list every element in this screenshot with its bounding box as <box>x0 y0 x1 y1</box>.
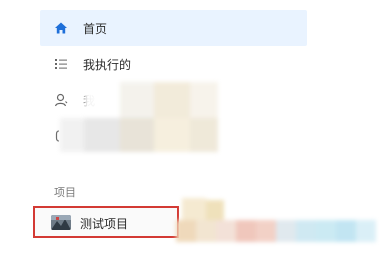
privacy-mosaic <box>0 0 386 254</box>
